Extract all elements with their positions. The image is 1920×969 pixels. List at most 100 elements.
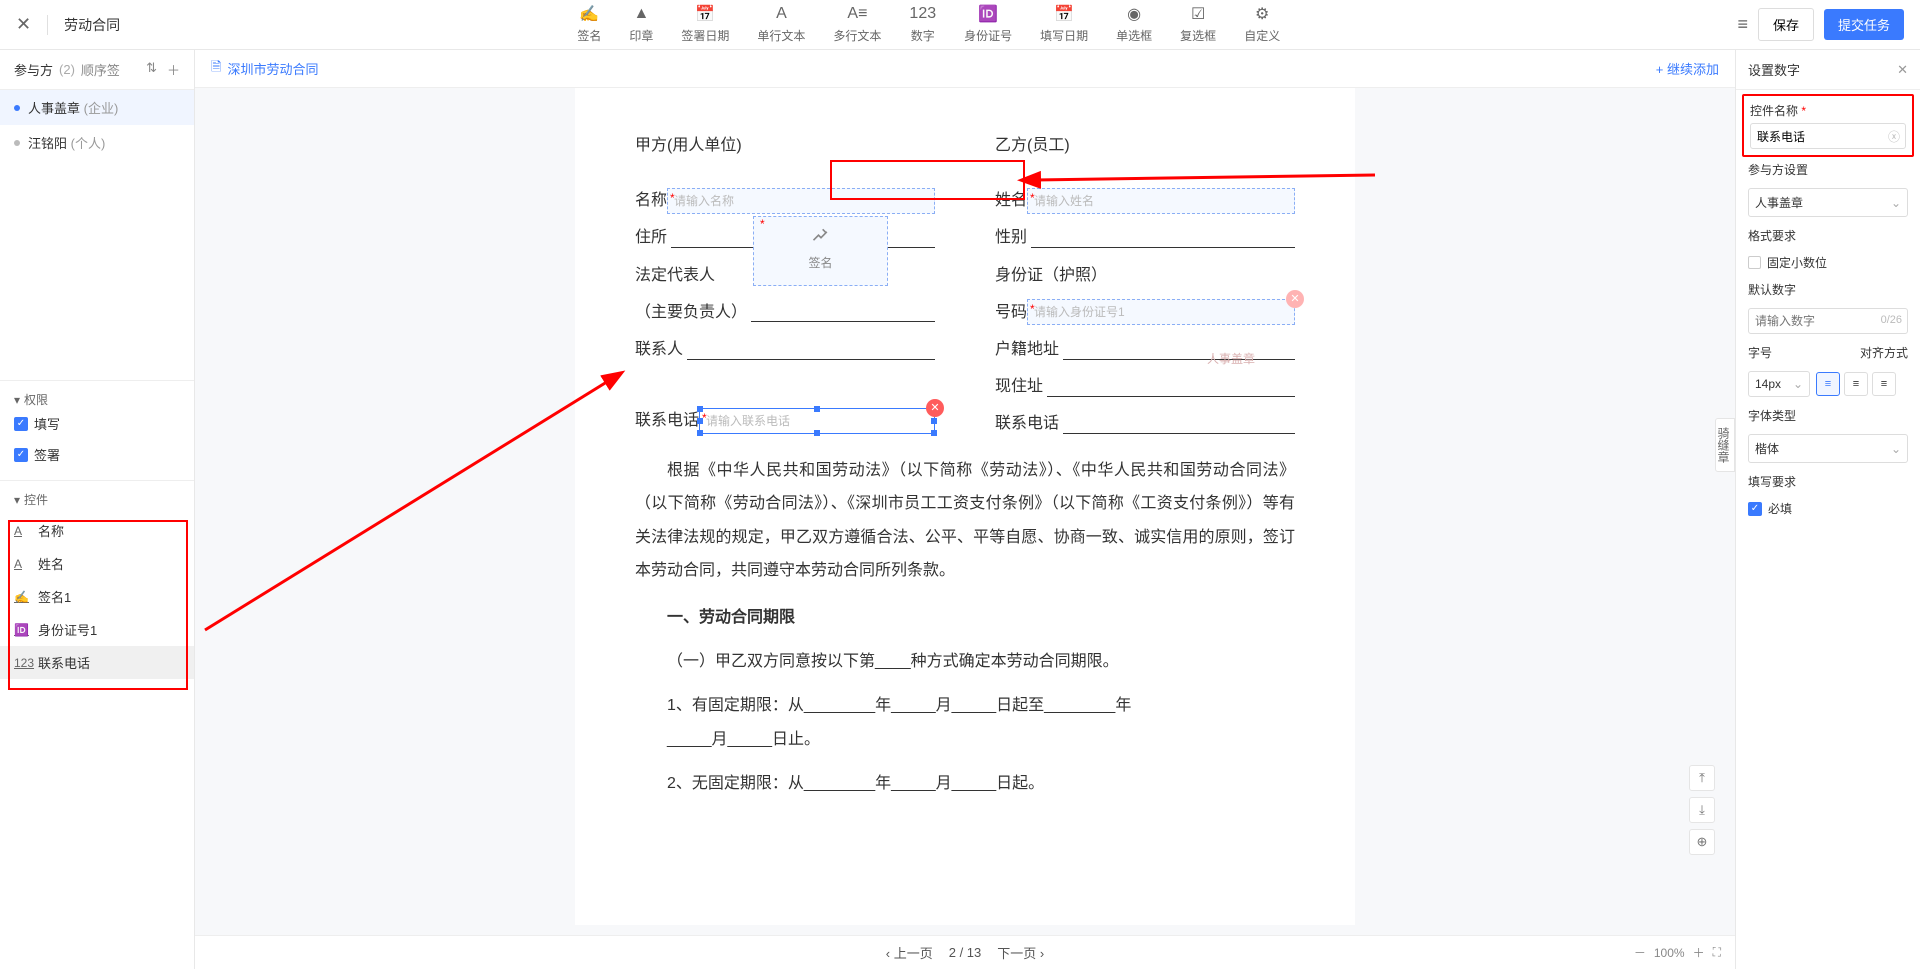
status-dot — [14, 105, 20, 111]
control-item[interactable]: 🆔身份证号1 — [0, 613, 194, 646]
char-count: 0/26 — [1881, 314, 1902, 326]
tool-icon: 📅 — [1054, 5, 1074, 23]
control-item[interactable]: A名称 — [0, 514, 194, 547]
tool-icon: A≡ — [847, 5, 867, 23]
controls-title[interactable]: ▾ 控件 — [0, 491, 194, 514]
control-type-icon: A — [14, 524, 30, 538]
perm-fill-row[interactable]: ✓填写 — [14, 408, 180, 439]
permissions-section: ▾ 权限 ✓填写 ✓签署 — [0, 380, 194, 480]
tool-签署日期[interactable]: 📅签署日期 — [681, 5, 729, 44]
tool-icon: ⚙ — [1255, 5, 1269, 23]
control-type-icon: A — [14, 557, 30, 571]
clause-1-1-cont: _____月_____日止。 — [635, 722, 1295, 757]
section-1-heading: 一、劳动合同期限 — [635, 600, 1295, 635]
tool-icon: 🆔 — [978, 5, 998, 23]
clear-input-icon[interactable]: ⓧ — [1888, 128, 1900, 145]
document-page: 甲方(用人单位) 名称 *请输入名称 住所 法定代表人 （主要负责人） 联系人 … — [575, 88, 1355, 925]
party-b-title: 乙方(员工) — [995, 128, 1295, 163]
tool-icon: ▲ — [633, 5, 649, 23]
seam-seal-tab[interactable]: 骑缝章 — [1715, 418, 1735, 472]
control-item[interactable]: ✍签名1 — [0, 580, 194, 613]
divider — [47, 15, 48, 35]
locate-icon[interactable]: ⊕ — [1689, 829, 1715, 855]
sort-icon[interactable]: ⇅ — [146, 60, 157, 79]
add-party-icon[interactable]: ＋ — [167, 60, 180, 79]
tool-身份证号[interactable]: 🆔身份证号 — [964, 5, 1012, 44]
party-a-title: 甲方(用人单位) — [635, 128, 935, 163]
float-tools: ⤒ ⤓ ⊕ — [1689, 765, 1715, 855]
zoom-out-icon[interactable]: － — [1634, 944, 1646, 961]
permissions-title[interactable]: ▾ 权限 — [14, 391, 180, 408]
tool-icon: A — [776, 5, 787, 23]
file-name[interactable]: 🗎 深圳市劳动合同 — [211, 58, 318, 80]
perm-sign-row[interactable]: ✓签署 — [14, 439, 180, 470]
align-left-button[interactable]: ≡ — [1816, 372, 1840, 396]
prev-page-button[interactable]: ‹ 上一页 — [886, 943, 933, 962]
control-name-input[interactable] — [1750, 123, 1906, 149]
app-header: ✕ 劳动合同 ✍签名 ▲印章 📅签署日期 A单行文本 A≡多行文本 123数字 🆔身份证号 📅… — [0, 0, 1920, 50]
tool-复选框[interactable]: ☑复选框 — [1180, 5, 1216, 44]
pager: ‹ 上一页 2 / 13 下一页 › － 100% ＋ ⛶ — [195, 935, 1735, 969]
properties-panel: 设置数字 ✕ 控件名称 * ⓧ 参与方设置 人事盖章⌄ 格式要求 固定小数位 默… — [1735, 50, 1920, 969]
scroll-bottom-icon[interactable]: ⤓ — [1689, 797, 1715, 823]
control-type-icon: ✍ — [14, 590, 30, 604]
party-item[interactable]: 人事盖章 (企业) — [0, 90, 194, 125]
delete-field-icon[interactable]: ✕ — [1286, 290, 1304, 308]
fixed-decimal-checkbox[interactable]: 固定小数位 — [1748, 254, 1908, 271]
signature-icon — [811, 226, 831, 246]
tool-icon: ✍ — [579, 5, 599, 23]
tool-icon: ☑ — [1191, 5, 1205, 23]
font-size-select[interactable]: 14px⌄ — [1748, 371, 1810, 397]
control-item[interactable]: 123联系电话 — [0, 646, 194, 679]
field-id-number[interactable]: *请输入身份证号1 ✕ — [1027, 299, 1295, 325]
left-sidebar: 参与方 (2) 顺序签 ⇅ ＋ 人事盖章 (企业)汪铭阳 (个人) ▾ 权限 ✓… — [0, 50, 195, 969]
stamp-placeholder: 人事盖章 — [1207, 346, 1255, 372]
submit-button[interactable]: 提交任务 — [1824, 9, 1904, 40]
document-viewport[interactable]: 甲方(用人单位) 名称 *请输入名称 住所 法定代表人 （主要负责人） 联系人 … — [195, 88, 1735, 935]
save-button[interactable]: 保存 — [1758, 8, 1814, 41]
tool-印章[interactable]: ▲印章 — [629, 5, 653, 44]
scroll-top-icon[interactable]: ⤒ — [1689, 765, 1715, 791]
tool-单行文本[interactable]: A单行文本 — [757, 5, 805, 44]
tool-多行文本[interactable]: A≡多行文本 — [833, 5, 881, 44]
tool-数字[interactable]: 123数字 — [909, 5, 936, 44]
next-page-button[interactable]: 下一页 › — [997, 943, 1044, 962]
control-item[interactable]: A姓名 — [0, 547, 194, 580]
close-panel-icon[interactable]: ✕ — [1897, 62, 1908, 78]
required-checkbox[interactable]: ✓必填 — [1748, 500, 1908, 517]
participants-header: 参与方 (2) 顺序签 ⇅ ＋ — [0, 50, 194, 90]
zoom-in-icon[interactable]: ＋ — [1693, 944, 1705, 961]
align-center-button[interactable]: ≡ — [1844, 372, 1868, 396]
document-title: 劳动合同 — [64, 15, 120, 35]
close-icon[interactable]: ✕ — [16, 14, 31, 35]
field-phone-selected[interactable]: *请输入联系电话 ✕ — [699, 408, 935, 434]
tool-单选框[interactable]: ◉单选框 — [1116, 5, 1152, 44]
participants-count: (2) — [59, 62, 75, 77]
party-item[interactable]: 汪铭阳 (个人) — [0, 125, 194, 160]
tool-签名[interactable]: ✍签名 — [577, 5, 601, 44]
add-document-button[interactable]: + 继续添加 — [1656, 59, 1719, 78]
delete-field-icon[interactable]: ✕ — [926, 399, 944, 417]
zoom-level: 100% — [1654, 946, 1685, 960]
order-sign-label: 顺序签 — [81, 60, 120, 79]
align-right-button[interactable]: ≡ — [1872, 372, 1896, 396]
participant-select[interactable]: 人事盖章⌄ — [1748, 188, 1908, 217]
clause-1-1: 1、有固定期限：从________年_____月_____日起至________… — [635, 689, 1295, 723]
signature-widget[interactable]: * 签名 — [753, 216, 888, 286]
font-type-select[interactable]: 楷体⌄ — [1748, 434, 1908, 463]
control-type-icon: 🆔 — [14, 623, 30, 637]
control-type-icon: 123 — [14, 656, 30, 670]
menu-icon[interactable]: ≡ — [1737, 14, 1748, 35]
fullscreen-icon[interactable]: ⛶ — [1713, 945, 1721, 960]
field-employee-name[interactable]: *请输入姓名 — [1027, 188, 1295, 214]
document-area: 🗎 深圳市劳动合同 + 继续添加 甲方(用人单位) 名称 *请输入名称 住所 法… — [195, 50, 1735, 969]
controls-section: ▾ 控件 A名称A姓名✍签名1🆔身份证号1123联系电话 — [0, 480, 194, 679]
tool-自定义[interactable]: ⚙自定义 — [1244, 5, 1280, 44]
clause-1-2: 2、无固定期限：从________年_____月_____日起。 — [635, 767, 1295, 801]
participants-title: 参与方 — [14, 60, 53, 79]
contract-paragraph: 根据《中华人民共和国劳动法》（以下简称《劳动法》）、《中华人民共和国劳动合同法》… — [635, 454, 1295, 588]
tool-icon: 📅 — [695, 5, 715, 23]
tool-填写日期[interactable]: 📅填写日期 — [1040, 5, 1088, 44]
field-company-name[interactable]: *请输入名称 — [667, 188, 935, 214]
tool-icon: 123 — [909, 5, 936, 23]
